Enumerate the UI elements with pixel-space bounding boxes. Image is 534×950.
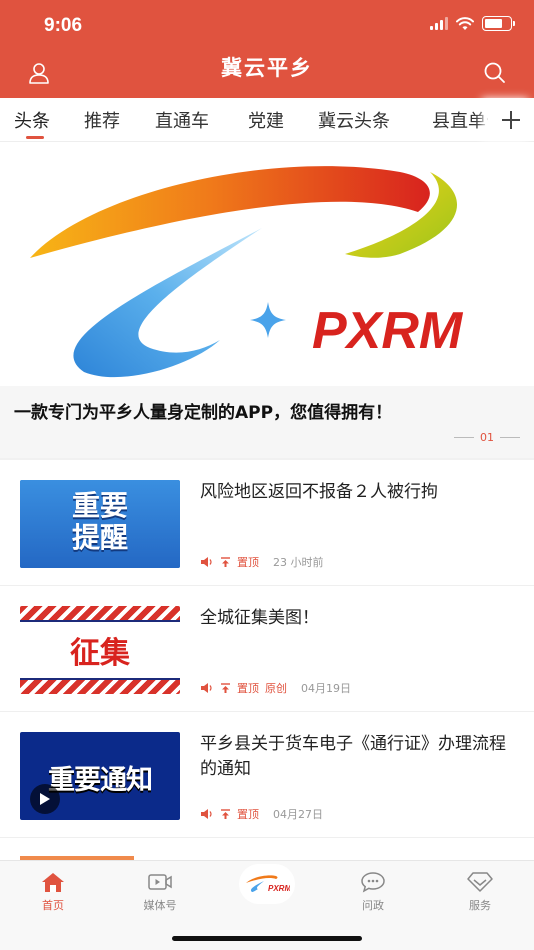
speaker-icon[interactable] (200, 556, 214, 568)
tab-zhitongche[interactable]: 直通车 (155, 107, 209, 133)
tab-toutiao[interactable]: 头条 (14, 107, 50, 133)
pxrm-mini-logo: PXRM (246, 875, 290, 893)
app-header: 9:06 冀云平乡 (0, 0, 534, 98)
pinned-tag: 置顶 (237, 682, 259, 695)
news-title: 风险地区返回不报备２人被行拘 (200, 482, 438, 502)
news-thumbnail: 重要 提醒 (20, 480, 180, 568)
pin-top-icon (221, 556, 230, 567)
pxrm-logo-text: PXRM (312, 302, 464, 360)
news-title: 平乡县关于货车电子《通行证》办理流程的通知 (200, 734, 506, 779)
app-title: 冀云平乡 (221, 55, 313, 80)
banner-image: PXRM (0, 142, 534, 386)
user-icon[interactable] (26, 60, 52, 86)
news-item[interactable]: 重要通知 平乡县关于货车电子《通行证》办理流程的通知 置顶 04月27日 (0, 712, 534, 838)
status-icons (430, 16, 515, 31)
news-item[interactable]: 重要 提醒 风险地区返回不报备２人被行拘 置顶 23 小时前 (0, 460, 534, 586)
diamond-icon (467, 872, 493, 892)
news-meta: 置顶 04月27日 (200, 806, 323, 822)
home-icon (42, 873, 64, 892)
news-thumbnail: 征集 (20, 606, 180, 694)
news-meta: 置顶 原创 04月19日 (200, 680, 351, 696)
pin-top-icon (221, 808, 230, 819)
nav-label: 首页 (42, 899, 64, 912)
plus-icon (502, 110, 520, 129)
center-logo-button[interactable]: PXRM (239, 864, 295, 904)
news-item[interactable]: 征集 全城征集美图！ 置顶 原创 04月19日 (0, 586, 534, 712)
tab-tuijian[interactable]: 推荐 (84, 107, 120, 133)
speaker-icon[interactable] (200, 808, 214, 820)
speaker-icon[interactable] (200, 682, 214, 694)
nav-home[interactable]: 首页 (13, 871, 93, 913)
status-time: 9:06 (44, 15, 83, 36)
next-news-item-peek (0, 838, 534, 860)
channel-tabs: 头条 推荐 直通车 党建 冀云头条 县直单位 (0, 98, 534, 142)
pinned-tag: 置顶 (237, 556, 259, 569)
banner-caption: 一款专门为平乡人量身定制的APP，您值得拥有！ (14, 403, 393, 423)
thumb-text: 重要 (71, 489, 128, 522)
battery-icon (482, 16, 515, 31)
nav-label: 媒体号 (143, 899, 177, 912)
nav-label: 服务 (469, 899, 491, 912)
news-title: 全城征集美图！ (200, 608, 319, 628)
wifi-icon (456, 16, 474, 30)
play-icon (40, 793, 50, 805)
mini-logo-text: PXRM (268, 884, 290, 893)
news-date: 04月27日 (273, 808, 323, 821)
chat-icon (361, 872, 385, 893)
banner-page-number: 01 (480, 431, 494, 444)
news-date: 04月19日 (301, 682, 351, 695)
banner-carousel[interactable]: PXRM 一款专门为平乡人量身定制的APP，您值得拥有！ 01 (0, 142, 534, 458)
pinned-tag: 置顶 (237, 808, 259, 821)
search-icon[interactable] (482, 60, 508, 86)
news-list: 重要 提醒 风险地区返回不报备２人被行拘 置顶 23 小时前 征集 全城征集美图… (0, 460, 534, 860)
tab-dangjian[interactable]: 党建 (248, 107, 284, 133)
thumb-text: 征集 (70, 636, 130, 671)
nav-label: 问政 (362, 899, 384, 912)
nav-service[interactable]: 服务 (440, 871, 520, 913)
original-tag: 原创 (265, 682, 287, 695)
pxrm-logo: PXRM (30, 166, 464, 378)
news-thumbnail: 重要通知 (20, 732, 180, 820)
banner-pager: 01 (454, 431, 520, 444)
video-icon (148, 874, 172, 890)
nav-media[interactable]: 媒体号 (120, 871, 200, 913)
thumb-text: 提醒 (71, 521, 128, 554)
pin-top-icon (221, 682, 230, 693)
news-date: 23 小时前 (273, 556, 324, 569)
signal-icon (430, 17, 448, 30)
tab-active-indicator (26, 136, 44, 139)
home-indicator (172, 936, 362, 941)
nav-wenzheng[interactable]: 问政 (333, 871, 413, 913)
add-channel-button[interactable] (488, 98, 534, 141)
news-meta: 置顶 23 小时前 (200, 554, 324, 570)
tab-jiyun-toutiao[interactable]: 冀云头条 (318, 107, 390, 133)
play-button[interactable] (30, 784, 60, 814)
